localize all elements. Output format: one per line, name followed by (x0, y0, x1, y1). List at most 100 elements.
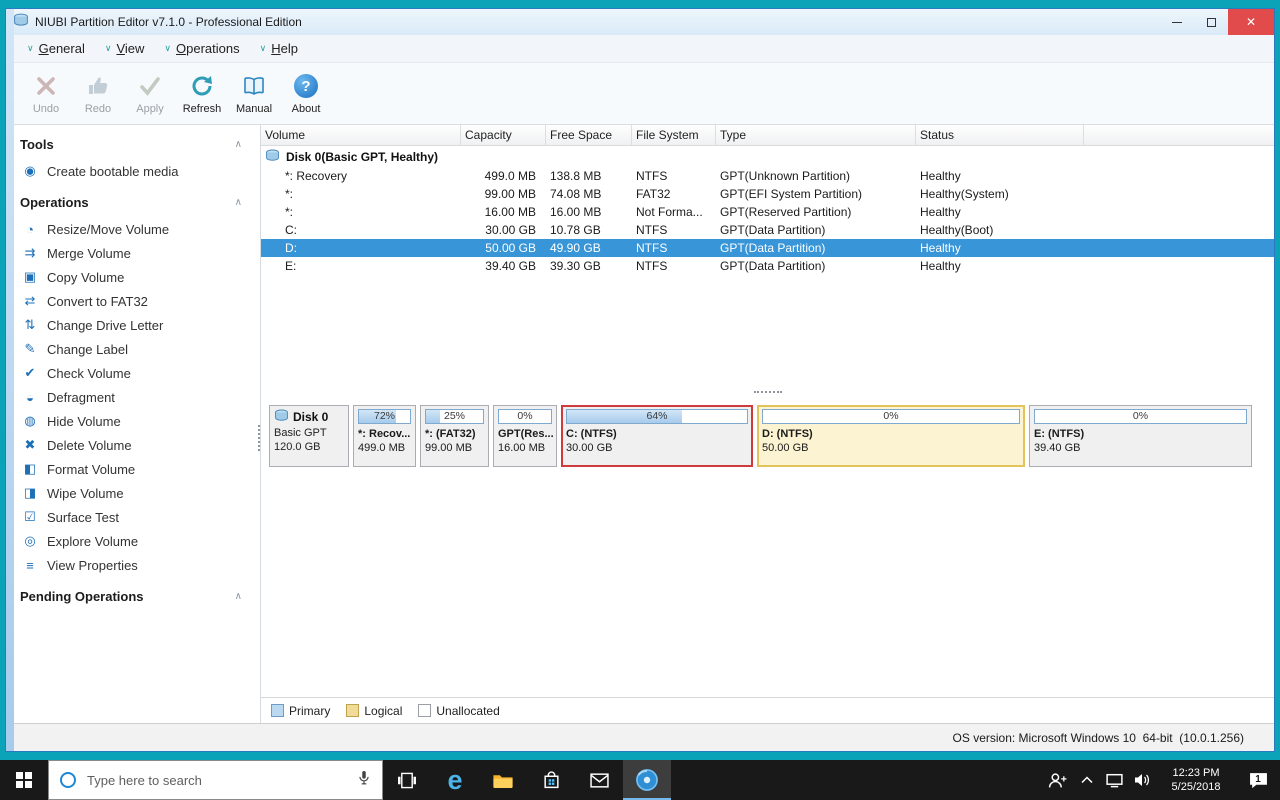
legend-unallocated: Unallocated (418, 704, 500, 718)
unallocated-swatch (418, 704, 432, 717)
volume-row-efi[interactable]: *: 99.00 MB 74.08 MB FAT32 GPT(EFI Syste… (261, 185, 1274, 203)
undo-button[interactable]: Undo (22, 66, 70, 122)
apply-icon (138, 72, 162, 100)
people-button[interactable] (1040, 760, 1074, 800)
usage-bar: 0% (1034, 409, 1247, 424)
column-type[interactable]: Type (716, 125, 916, 145)
microphone-icon[interactable] (357, 769, 371, 792)
volume-row-d-selected[interactable]: D: 50.00 GB 49.90 GB NTFS GPT(Data Parti… (261, 239, 1274, 257)
diskmap-partition-efi[interactable]: 25% *: (FAT32) 99.00 MB (420, 405, 489, 467)
sidebar-item-change-drive-letter[interactable]: ⇅ Change Drive Letter (6, 313, 260, 337)
manual-button[interactable]: Manual (230, 66, 278, 122)
diskmap-partition-e[interactable]: 0% E: (NTFS) 39.40 GB (1029, 405, 1252, 467)
disk-group-row[interactable]: Disk 0(Basic GPT, Healthy) (261, 146, 1274, 167)
collapse-icon: ∧ (234, 139, 242, 150)
sidebar-item-copy-volume[interactable]: ▣ Copy Volume (6, 265, 260, 289)
taskbar-clock[interactable]: 12:23 PM 5/25/2018 (1156, 760, 1236, 800)
bootable-media-icon: ◉ (24, 163, 36, 178)
section-tools[interactable]: Tools ∧ (6, 125, 260, 159)
volume-row-c[interactable]: C: 30.00 GB 10.78 GB NTFS GPT(Data Parti… (261, 221, 1274, 239)
sidebar-item-change-label[interactable]: ✎ Change Label (6, 337, 260, 361)
legend-logical: Logical (346, 704, 402, 718)
resize-move-icon: ◔ (26, 221, 34, 237)
section-operations[interactable]: Operations ∧ (6, 183, 260, 217)
menu-help[interactable]: ∨ Help (251, 38, 307, 59)
sidebar-item-explore-volume[interactable]: ◎ Explore Volume (6, 529, 260, 553)
volume-row-recovery[interactable]: *: Recovery 499.0 MB 138.8 MB NTFS GPT(U… (261, 167, 1274, 185)
diskmap-partition-recovery[interactable]: 72% *: Recov... 499.0 MB (353, 405, 416, 467)
redo-label: Redo (84, 103, 112, 115)
apply-button[interactable]: Apply (126, 66, 174, 122)
network-button[interactable] (1100, 760, 1128, 800)
mail-button[interactable] (575, 760, 623, 800)
sidebar: Tools ∧ ◉ Create bootable media Operation… (6, 125, 261, 723)
undo-label: Undo (32, 103, 60, 115)
horizontal-splitter[interactable] (261, 385, 1274, 399)
speaker-icon (1135, 774, 1149, 786)
maximize-button[interactable] (1194, 9, 1228, 35)
about-button[interactable]: ? About (282, 66, 330, 122)
sidebar-item-convert-to-fat32[interactable]: ⇄ Convert to FAT32 (6, 289, 260, 313)
task-view-button[interactable] (383, 760, 431, 800)
edge-button[interactable]: e (431, 760, 479, 800)
drive-letter-icon: ⇅ (24, 317, 36, 332)
delete-icon: ✖ (24, 437, 36, 452)
sidebar-item-resize-move-volume[interactable]: ◔ Resize/Move Volume (6, 217, 260, 241)
refresh-button[interactable]: Refresh (178, 66, 226, 122)
sidebar-item-defragment[interactable]: ◒ Defragment (6, 385, 260, 409)
search-input[interactable] (85, 771, 348, 789)
minimize-button[interactable] (1160, 9, 1194, 35)
section-pending-operations[interactable]: Pending Operations ∧ (6, 577, 260, 611)
column-capacity[interactable]: Capacity (461, 125, 546, 145)
sidebar-item-wipe-volume[interactable]: ◨ Wipe Volume (6, 481, 260, 505)
column-status[interactable]: Status (916, 125, 1084, 145)
sidebar-item-delete-volume[interactable]: ✖ Delete Volume (6, 433, 260, 457)
file-explorer-button[interactable] (479, 760, 527, 800)
volume-button[interactable] (1128, 760, 1156, 800)
tray-expand-button[interactable] (1074, 760, 1100, 800)
sidebar-item-create-bootable-media[interactable]: ◉ Create bootable media (6, 159, 260, 183)
titlebar[interactable]: NIUBI Partition Editor v7.1.0 - Professi… (6, 9, 1274, 35)
sidebar-splitter-handle[interactable] (258, 425, 263, 451)
column-volume[interactable]: Volume (261, 125, 461, 145)
start-button[interactable] (0, 760, 48, 800)
taskbar-search[interactable] (48, 760, 383, 800)
volume-row-e[interactable]: E: 39.40 GB 39.30 GB NTFS GPT(Data Parti… (261, 257, 1274, 275)
niubi-taskbar-button[interactable] (623, 760, 671, 800)
window-title: NIUBI Partition Editor v7.1.0 - Professi… (35, 15, 302, 29)
sidebar-item-format-volume[interactable]: ◧ Format Volume (6, 457, 260, 481)
usage-bar: 25% (425, 409, 484, 424)
diskmap-disk-info[interactable]: Disk 0 Basic GPT 120.0 GB (269, 405, 349, 467)
diskmap-partition-d[interactable]: 0% D: (NTFS) 50.00 GB (757, 405, 1025, 467)
menu-general[interactable]: ∨ General (18, 38, 94, 59)
main-panel: Volume Capacity Free Space File System T… (6, 9, 1274, 751)
clock-date: 5/25/2018 (1171, 781, 1221, 793)
niubi-app-icon (636, 769, 658, 791)
primary-swatch (271, 704, 284, 717)
menu-operations[interactable]: ∨ Operations (155, 38, 248, 59)
column-file-system[interactable]: File System (632, 125, 716, 145)
column-free-space[interactable]: Free Space (546, 125, 632, 145)
menu-view[interactable]: ∨ View (96, 38, 154, 59)
store-icon (543, 770, 559, 788)
manual-book-icon (241, 72, 267, 100)
diskmap-partition-reserved[interactable]: 0% GPT(Res... 16.00 MB (493, 405, 557, 467)
status-bar: OS version: Microsoft Windows 10 64-bit … (6, 723, 1274, 751)
store-button[interactable] (527, 760, 575, 800)
section-operations-title: Operations (20, 195, 89, 210)
redo-button[interactable]: Redo (74, 66, 122, 122)
sidebar-item-surface-test[interactable]: ☑ Surface Test (6, 505, 260, 529)
sidebar-item-hide-volume[interactable]: ◍ Hide Volume (6, 409, 260, 433)
volume-row-reserved[interactable]: *: 16.00 MB 16.00 MB Not Forma... GPT(Re… (261, 203, 1274, 221)
diskmap-partition-c-selected[interactable]: 64% C: (NTFS) 30.00 GB (561, 405, 753, 467)
label-pencil-icon: ✎ (24, 341, 36, 356)
sidebar-item-merge-volume[interactable]: ⇉ Merge Volume (6, 241, 260, 265)
close-button[interactable]: ✕ (1228, 9, 1274, 35)
refresh-icon (190, 72, 214, 100)
action-center-button[interactable]: 1 (1236, 760, 1280, 800)
chevron-down-icon: ∨ (104, 43, 112, 53)
sidebar-item-check-volume[interactable]: ✔ Check Volume (6, 361, 260, 385)
sidebar-item-view-properties[interactable]: ≡ View Properties (6, 553, 260, 577)
table-header: Volume Capacity Free Space File System T… (6, 9, 1274, 751)
taskbar: e 12:23 PM (0, 760, 1280, 800)
